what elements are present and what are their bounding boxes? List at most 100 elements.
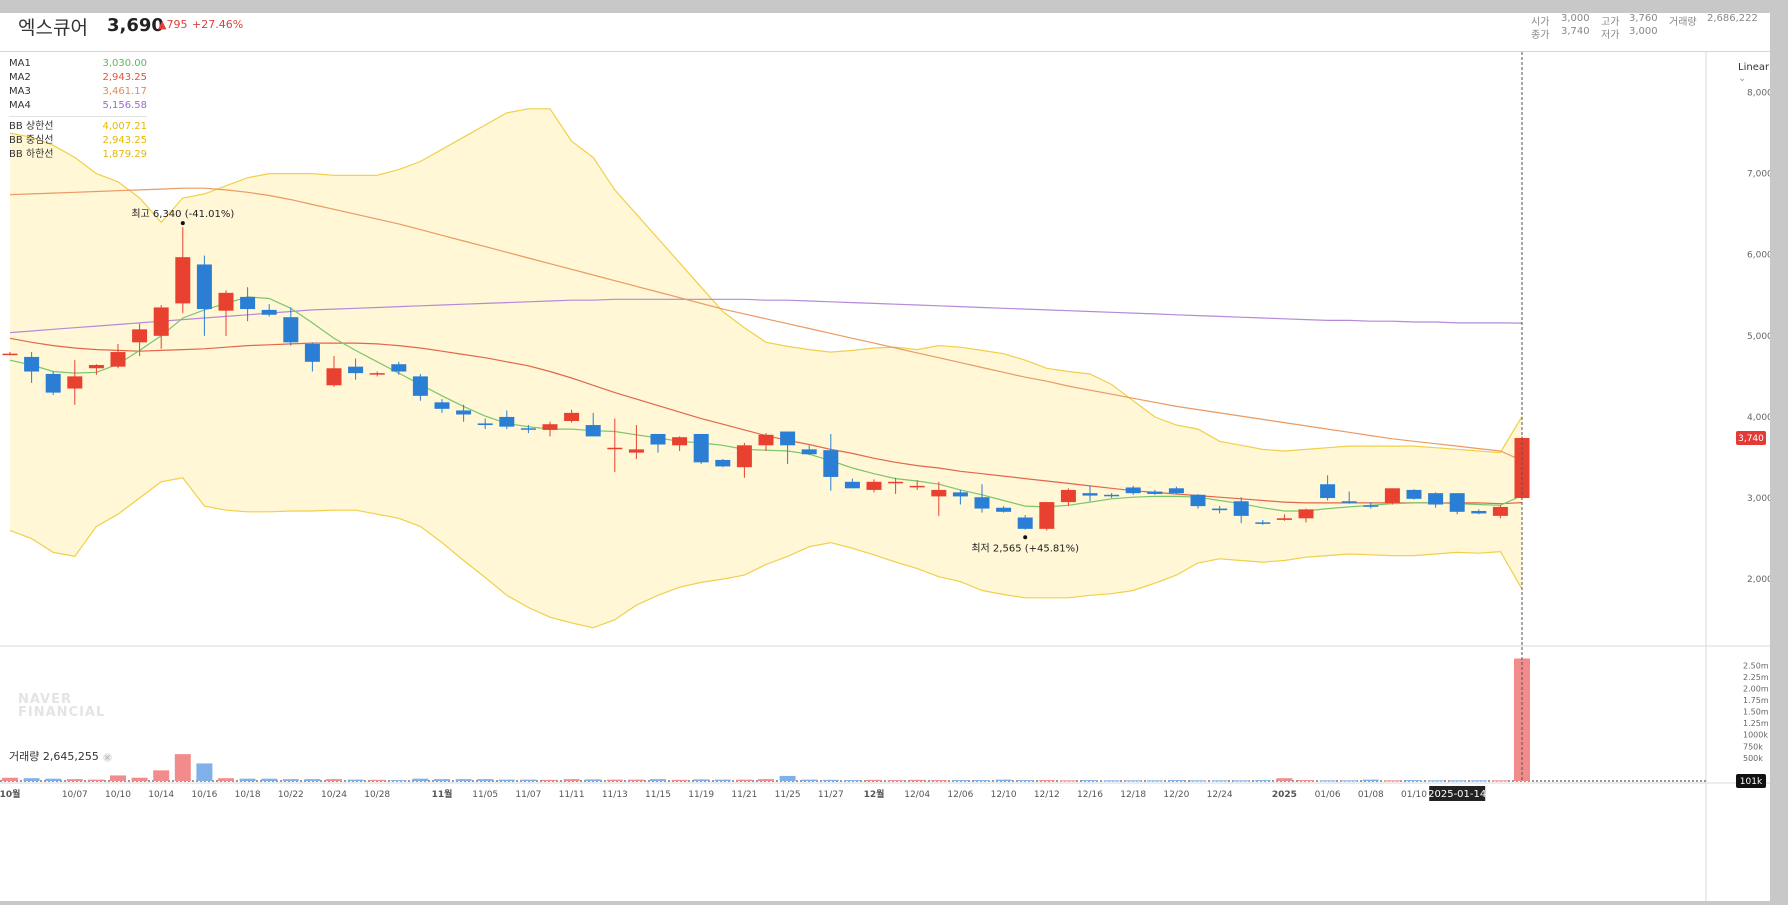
candle-body (1449, 493, 1465, 512)
volume-bar (909, 779, 926, 781)
candle-body (628, 449, 644, 453)
open-value: 3,000 (1561, 13, 1590, 24)
stock-chart[interactable]: 2,000 3,000 4,000 5,000 6,000 7,000 8,000 500k 7… (0, 52, 1773, 901)
x-tick-label: 12/16 (1077, 790, 1103, 800)
candle-body (607, 447, 623, 450)
legend-ma2[interactable]: MA2 2,943.25 (9, 71, 147, 85)
candle-body (650, 433, 666, 445)
legend-bb-upper[interactable]: BB 상한선 4,007.21 (9, 120, 147, 134)
high-value: 3,760 (1629, 13, 1658, 24)
volume-bar (801, 779, 818, 781)
candle-body (564, 412, 580, 421)
x-tick-label: 12/10 (991, 790, 1017, 800)
volume-bar (628, 779, 645, 781)
candle-body (996, 507, 1012, 512)
volume-bar (1449, 780, 1466, 782)
stock-name[interactable]: 엑스큐어 (18, 13, 88, 40)
legend-bb-middle[interactable]: BB 중심선 2,943.25 (9, 134, 147, 148)
scale-mode-toggle[interactable]: Linear ⌄ (1738, 62, 1770, 84)
volume-bar (866, 779, 882, 781)
x-tick-label: 10/07 (62, 790, 88, 800)
candle-body (153, 307, 169, 336)
x-tick-label: 10/28 (364, 790, 390, 800)
candle-body (585, 425, 601, 437)
price-tick-label: 4,000 (1747, 413, 1770, 423)
legend-bb-lower[interactable]: BB 하한선 1,879.29 (9, 148, 147, 162)
price-tick-label: 5,000 (1747, 332, 1770, 342)
candle-body (240, 296, 256, 310)
legend-divider (9, 116, 147, 117)
candle-body (909, 485, 925, 488)
volume-tick-label: 1.50m (1743, 708, 1769, 717)
volume-bar (1082, 780, 1098, 782)
legend-ma4[interactable]: MA4 5,156.58 (9, 99, 147, 113)
volume-tick-label: 750k (1743, 742, 1763, 751)
price-tick-label: 8,000 (1747, 89, 1770, 99)
candle-body (542, 424, 558, 430)
volume-bar (326, 779, 342, 781)
candle-body (283, 317, 299, 343)
volume-bar (952, 780, 969, 782)
candle-body (412, 376, 428, 396)
x-tick-label: 12/24 (1207, 790, 1233, 800)
x-tick-label: 11/11 (559, 790, 585, 800)
current-volume-label: 101k (1740, 777, 1763, 787)
candle-body (1492, 506, 1508, 516)
volume-bar (66, 779, 83, 781)
candle-body (758, 434, 774, 446)
x-tick-label: 12/04 (904, 790, 930, 800)
candle-body (844, 481, 860, 489)
volume-tick-label: 1.25m (1743, 719, 1769, 728)
price-tick-label: 2,000 (1747, 575, 1770, 585)
x-tick-label: 01/06 (1315, 790, 1341, 800)
candle-body (1060, 489, 1076, 503)
volume-bar (390, 780, 407, 782)
legend-ma3[interactable]: MA3 3,461.17 (9, 85, 147, 99)
chart-area[interactable]: 2,000 3,000 4,000 5,000 6,000 7,000 8,000 500k 7… (0, 52, 1773, 901)
candle-body (1147, 491, 1163, 494)
x-tick-label: 10/22 (278, 790, 304, 800)
close-icon[interactable]: × (102, 752, 112, 762)
legend-ma1[interactable]: MA1 3,030.00 (9, 57, 147, 71)
volume-tick-label: 2.50m (1743, 661, 1769, 670)
candle-body (693, 433, 709, 463)
bollinger-band-fill (10, 108, 1522, 628)
volume-bar (650, 779, 666, 781)
high-price-label: 최고 6,340 (-41.01%) (131, 208, 234, 220)
volume-bar (1276, 778, 1293, 781)
volume-bar (347, 779, 364, 781)
candle-body (801, 449, 817, 455)
volume-bar (585, 779, 602, 781)
candle-body (1406, 489, 1422, 499)
volume-bar (196, 763, 213, 781)
chart-header: 엑스큐어 3,690 ▲795 +27.46% 시가 3,000 고가 3,76… (0, 13, 1770, 52)
x-tick-label: 11/19 (688, 790, 714, 800)
volume-bar (714, 779, 731, 781)
candle-body (348, 366, 364, 374)
volume-bar (412, 778, 429, 781)
candle-body (780, 431, 796, 446)
volume-bar (1190, 780, 1206, 782)
candle-body (477, 423, 493, 426)
volume-bar (1233, 780, 1250, 782)
candle-body (1233, 501, 1249, 516)
x-tick-label: 11/21 (731, 790, 757, 800)
candle-body (175, 257, 191, 304)
x-tick-label: 12/12 (1034, 790, 1060, 800)
volume-label: 거래량 (1669, 17, 1697, 28)
candle-body (218, 292, 234, 311)
volume-bar (1038, 780, 1055, 782)
price-change-rate: +27.46% (192, 18, 244, 31)
candle-body (1320, 484, 1336, 499)
volume-bar (606, 779, 623, 781)
candle-body (1039, 502, 1055, 529)
candle-body (1190, 494, 1206, 507)
volume-bar (1406, 780, 1422, 782)
low-label: 저가 (1601, 30, 1620, 41)
x-tick-label: 2025 (1272, 790, 1297, 800)
price-tick-label: 7,000 (1747, 170, 1770, 180)
volume-tick-label: 2.25m (1743, 673, 1769, 682)
x-tick-label: 12월 (864, 788, 885, 800)
low-value: 3,000 (1629, 26, 1658, 37)
volume-bar (1362, 779, 1379, 781)
